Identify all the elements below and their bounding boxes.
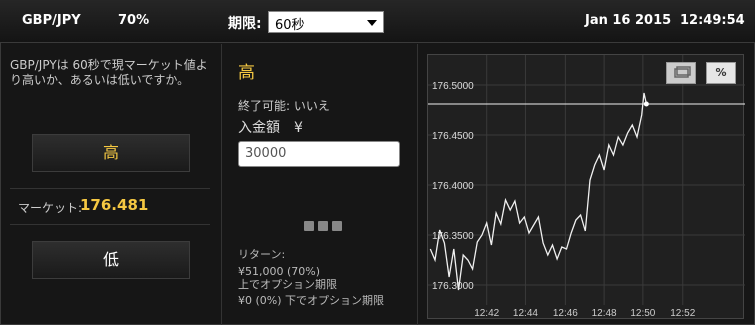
- expiry-label: 期限:: [228, 16, 262, 32]
- market-label: マーケット:: [18, 201, 83, 215]
- question-text: GBP/JPYは 60秒で現マーケット値より高いか、あるいは低いですか。: [10, 58, 208, 87]
- amount-input[interactable]: 30000: [238, 141, 400, 167]
- window-icon: [674, 66, 691, 78]
- asset-pair: GBP/JPY: [22, 13, 81, 28]
- high-button[interactable]: 高: [32, 134, 190, 172]
- order-panel: 高 終了可能: いいえ 入金額 ¥ 30000 リターン: ¥51,000 (7…: [222, 44, 418, 325]
- amount-label: 入金額 ¥: [238, 120, 303, 136]
- y-tick-label: 176.4500: [432, 131, 474, 142]
- divider: [10, 188, 210, 189]
- market-value: 176.481: [80, 196, 149, 214]
- selected-direction: 高: [238, 63, 255, 83]
- x-tick-label: 12:46: [553, 308, 578, 319]
- price-chart: 12:42 12:44 12:46 12:48 12:50 12:52 176.5000 17…: [427, 54, 745, 319]
- chart-view-button[interactable]: [666, 62, 696, 84]
- payout-percent: 70%: [118, 13, 150, 28]
- return-win: ¥51,000 (70%): [238, 265, 321, 278]
- y-tick-label: 176.3000: [432, 281, 474, 292]
- current-price-marker: [643, 101, 649, 107]
- chart-panel: 12:42 12:44 12:46 12:48 12:50 12:52 176.5000 17…: [418, 44, 755, 325]
- x-tick-label: 12:42: [474, 308, 499, 319]
- x-tick-label: 12:52: [670, 308, 695, 319]
- y-tick-label: 176.5000: [432, 81, 474, 92]
- current-time: 12:49:54: [680, 13, 745, 28]
- return-lose: ¥0 (0%) 下でオプション期限: [238, 294, 385, 307]
- loading-dot: [304, 221, 314, 231]
- expiry-select[interactable]: 60秒: [268, 11, 384, 33]
- price-chart-svg: 12:42 12:44 12:46 12:48 12:50 12:52 176.5000 17…: [428, 55, 745, 319]
- percent-toggle-button[interactable]: %: [706, 62, 736, 84]
- loading-dot: [318, 221, 328, 231]
- top-bar: GBP/JPY 70% 期限: 60秒 Jan 16 2015 12:49:54: [0, 0, 755, 43]
- x-tick-label: 12:48: [592, 308, 617, 319]
- x-tick-label: 12:50: [630, 308, 655, 319]
- expiry-select-value: 60秒: [275, 18, 305, 33]
- loading-dot: [332, 221, 342, 231]
- y-tick-label: 176.4000: [432, 181, 474, 192]
- current-date: Jan 16 2015: [585, 13, 672, 28]
- loading-indicator: [304, 216, 346, 235]
- divider: [10, 224, 210, 225]
- low-button[interactable]: 低: [32, 241, 190, 279]
- return-label: リターン:: [238, 248, 286, 261]
- percent-icon: %: [715, 66, 727, 79]
- return-win-desc: 上でオプション期限: [238, 278, 337, 291]
- direction-panel: GBP/JPYは 60秒で現マーケット値より高いか、あるいは低いですか。 高 マ…: [0, 44, 222, 325]
- chevron-down-icon: [367, 20, 377, 26]
- x-tick-label: 12:44: [513, 308, 538, 319]
- close-available-text: 終了可能: いいえ: [238, 99, 330, 113]
